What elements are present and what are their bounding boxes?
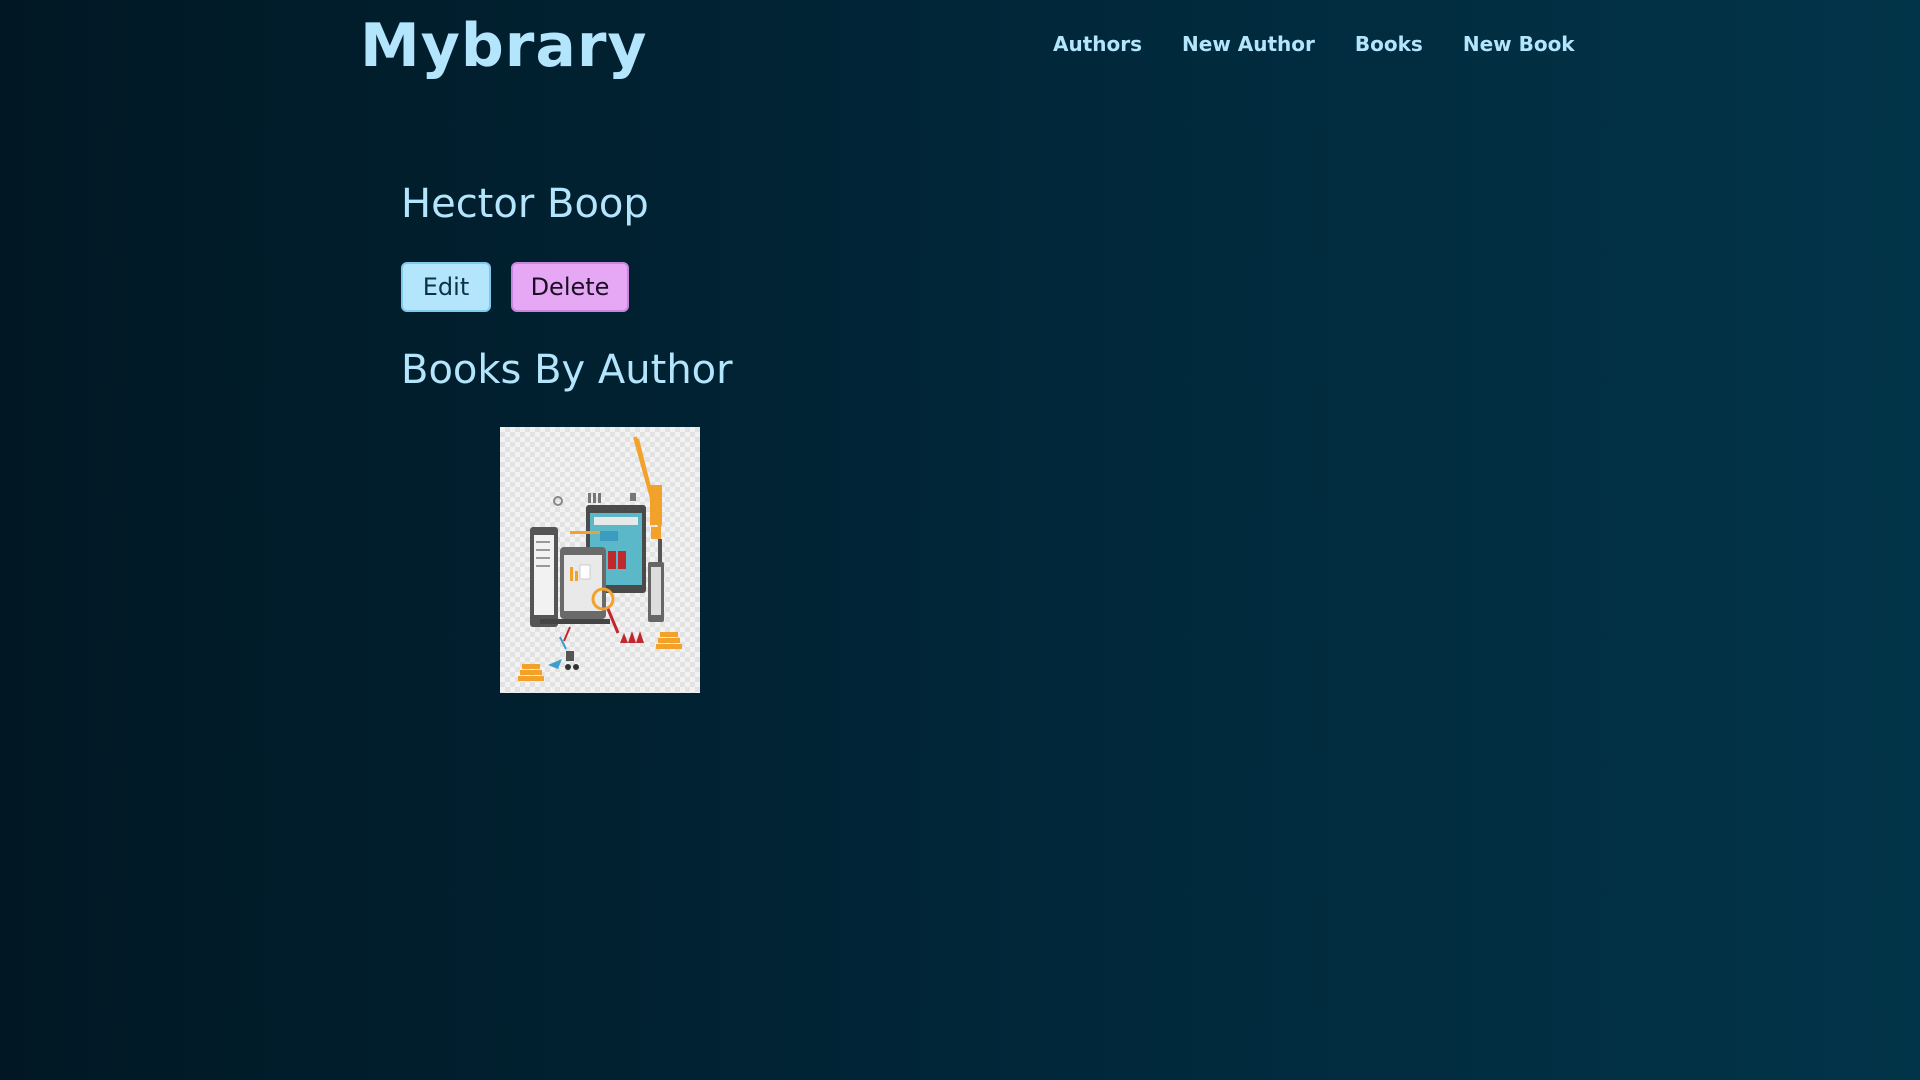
nav-link-new-book[interactable]: New Book [1463,30,1575,58]
book-cover-link[interactable] [500,427,700,693]
delete-button[interactable]: Delete [511,262,629,312]
book-grid [500,427,700,693]
logo-link[interactable]: Mybrary [360,10,648,82]
main-nav: Authors New Author Books New Book [1053,30,1575,58]
books-by-author-heading: Books By Author [401,347,733,393]
site-header: Mybrary Authors New Author Books New Boo… [0,0,1920,100]
author-actions: Edit Delete [401,262,629,312]
edit-button[interactable]: Edit [401,262,491,312]
book-cover-illustration-icon [518,436,682,681]
author-name-heading: Hector Boop [401,181,649,227]
nav-link-authors[interactable]: Authors [1053,30,1142,58]
nav-link-new-author[interactable]: New Author [1182,30,1315,58]
nav-link-books[interactable]: Books [1355,30,1423,58]
